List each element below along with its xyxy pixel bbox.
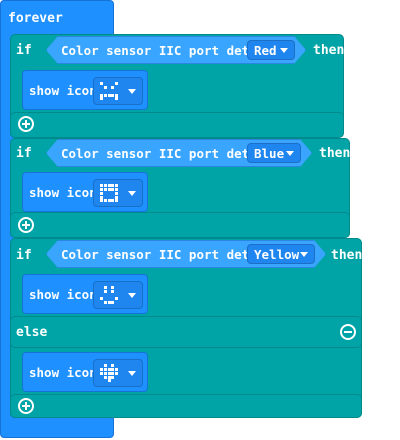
show-icon-label: show icon xyxy=(29,185,97,200)
icon-dropdown[interactable] xyxy=(93,359,143,387)
add-else-button[interactable] xyxy=(18,116,34,132)
then-label: then xyxy=(319,146,351,161)
color-dropdown[interactable]: Yellow xyxy=(247,244,315,264)
remove-else-button[interactable] xyxy=(340,324,356,340)
if-label: if xyxy=(16,248,32,263)
heart-icon xyxy=(98,363,126,383)
show-icon-label: show icon xyxy=(29,83,97,98)
add-else-button[interactable] xyxy=(18,217,34,233)
show-icon-label: show icon xyxy=(29,365,97,380)
show-icon-block[interactable]: show icon xyxy=(22,352,148,392)
chevron-down-icon xyxy=(128,191,136,196)
color-condition[interactable]: Color sensor IIC port detects Red xyxy=(46,36,306,64)
else-label: else xyxy=(16,325,48,340)
chevron-down-icon xyxy=(128,371,136,376)
show-icon-block[interactable]: show icon xyxy=(22,70,148,110)
show-icon-block[interactable]: show icon xyxy=(22,274,148,314)
forever-label: forever xyxy=(8,11,63,26)
if-label: if xyxy=(16,146,32,161)
color-condition[interactable]: Color sensor IIC port detects Blue xyxy=(46,139,312,167)
chevron-down-icon xyxy=(128,293,136,298)
color-value: Red xyxy=(254,43,277,58)
chevron-down-icon xyxy=(286,151,294,156)
icon-dropdown[interactable] xyxy=(93,77,143,105)
chevron-down-icon xyxy=(300,252,308,257)
color-value: Blue xyxy=(254,146,285,161)
icon-dropdown[interactable] xyxy=(93,281,143,309)
chevron-down-icon xyxy=(128,89,136,94)
square-grid-icon xyxy=(98,183,126,203)
color-condition[interactable]: Color sensor IIC port detects Yellow xyxy=(46,240,326,268)
if-label: if xyxy=(16,43,32,58)
block-canvas: forever if Color sensor IIC port detects… xyxy=(0,0,400,440)
happy-face-icon xyxy=(98,285,126,305)
show-icon-label: show icon xyxy=(29,287,97,302)
then-label: then xyxy=(331,248,363,263)
chevron-down-icon xyxy=(280,48,288,53)
color-dropdown[interactable]: Blue xyxy=(247,143,301,163)
then-label: then xyxy=(313,43,345,58)
sad-face-icon xyxy=(98,81,126,101)
show-icon-block[interactable]: show icon xyxy=(22,172,148,212)
icon-dropdown[interactable] xyxy=(93,179,143,207)
color-value: Yellow xyxy=(254,247,300,262)
color-dropdown[interactable]: Red xyxy=(247,40,295,60)
add-else-button[interactable] xyxy=(18,398,34,414)
